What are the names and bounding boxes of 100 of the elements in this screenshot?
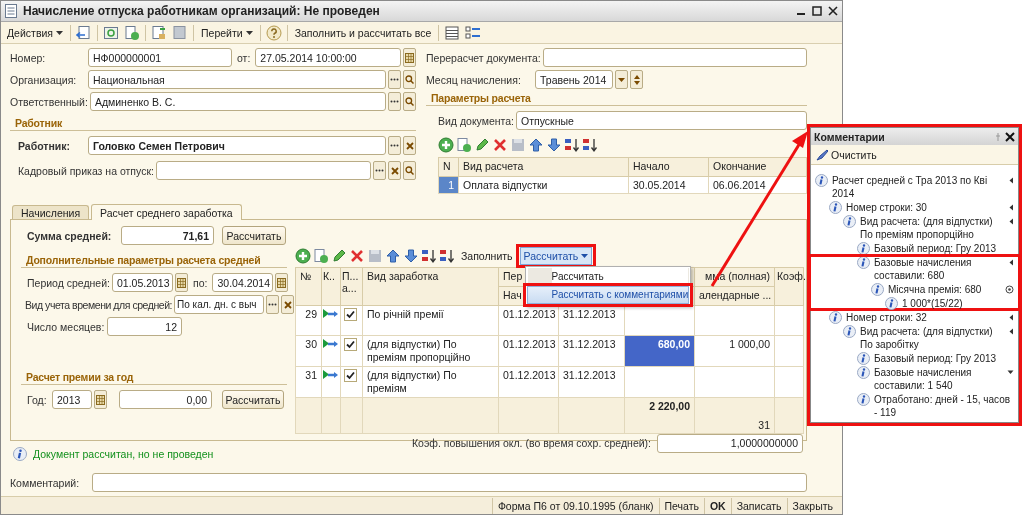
copy-icon[interactable] — [456, 136, 472, 153]
document-add-icon[interactable] — [124, 24, 140, 41]
footer-button[interactable]: OK — [703, 497, 731, 514]
clear-button[interactable] — [281, 295, 295, 314]
number-field[interactable]: НФ000000001 — [88, 48, 232, 67]
calendar-button[interactable] — [94, 390, 107, 409]
up-arrow-icon[interactable] — [528, 136, 544, 153]
info-icon — [885, 297, 898, 310]
period-to-field[interactable]: 30.04.2014 — [212, 273, 274, 292]
responsible-field[interactable]: Админенко В. С. — [89, 92, 386, 111]
calculate-button[interactable]: Рассчитать — [222, 390, 284, 409]
recalc-field[interactable] — [542, 48, 807, 67]
comment-line: Базовый период: Гру 2013 — [874, 352, 998, 365]
fill-button[interactable]: Заполнить — [459, 246, 515, 265]
table-cell: (для відпустки) По преміям — [362, 366, 499, 398]
calendar-icon — [277, 277, 287, 288]
copy-icon[interactable] — [313, 247, 329, 264]
comment-line: Вид расчета: (для відпустки) По заробітку — [860, 325, 994, 351]
caret-icon — [245, 30, 253, 35]
clear-button[interactable] — [403, 136, 416, 155]
caret-icon — [581, 253, 589, 258]
tab[interactable]: Начисления — [12, 205, 90, 219]
worker-field[interactable]: Головко Семен Петрович — [88, 136, 386, 155]
time-accounting-field[interactable]: По кал. дн. с выч — [174, 295, 265, 314]
organization-field[interactable]: Национальная — [88, 70, 386, 89]
average-sum-field[interactable]: 71,61 — [121, 226, 214, 245]
more-icon — [375, 169, 384, 172]
document-type-field[interactable]: Отпускные — [516, 111, 807, 130]
table-cell[interactable] — [624, 305, 695, 336]
search-button[interactable] — [403, 92, 416, 111]
up-arrow-icon[interactable] — [385, 247, 401, 264]
month-field[interactable]: Травень 2014 — [535, 70, 613, 89]
checkbox[interactable] — [344, 369, 357, 382]
add-icon[interactable] — [295, 247, 311, 264]
calendar-button[interactable] — [275, 273, 289, 292]
down-arrow-icon[interactable] — [403, 247, 419, 264]
clear-icon — [390, 166, 399, 175]
table-cell: По річній премії — [362, 305, 499, 336]
comment-label: Комментарий: — [10, 476, 81, 489]
order-field[interactable] — [155, 161, 371, 180]
pencil-icon[interactable] — [474, 136, 490, 153]
footer-button[interactable]: Печать — [658, 497, 704, 514]
table-cell: 01.12.2013 — [498, 305, 559, 336]
sort-descending-icon[interactable] — [439, 247, 455, 264]
close-icon[interactable] — [828, 6, 838, 16]
document-icon[interactable] — [172, 24, 188, 41]
maximize-icon[interactable] — [812, 6, 822, 16]
checkbox[interactable] — [344, 308, 357, 321]
footer-button[interactable]: Закрыть — [786, 497, 838, 514]
search-button[interactable] — [403, 70, 416, 89]
section-title: Расчет премии за год — [21, 371, 287, 385]
expand-circle-icon[interactable] — [1005, 283, 1014, 296]
window-title: Начисление отпуска работникам организаций: Не проведен — [23, 4, 380, 18]
calculate-button[interactable]: Рассчитать — [222, 226, 286, 245]
status-message: Документ рассчитан, но не проведен — [33, 448, 214, 460]
clear-button[interactable] — [388, 161, 401, 180]
list-icon[interactable] — [444, 24, 461, 41]
go-to-menu[interactable]: Перейти — [199, 23, 255, 42]
table-cell[interactable]: 680,00 — [624, 335, 695, 367]
table-cell: 06.06.2014 — [708, 176, 807, 194]
months-field[interactable]: 12 — [107, 317, 182, 336]
down-arrow-icon[interactable] — [546, 136, 562, 153]
comment-field[interactable] — [92, 473, 807, 492]
footer-button[interactable]: Записать — [730, 497, 787, 514]
panel-title: Комментарии — [814, 130, 886, 143]
comment-line: Вид расчета: (для відпустки) По преміям пропорційно — [860, 215, 994, 241]
more-icon — [268, 303, 278, 306]
calendar-icon — [96, 394, 105, 405]
table-cell: 29 — [295, 305, 322, 336]
checklist-icon[interactable] — [465, 24, 482, 41]
column-header: Начало — [628, 157, 709, 177]
calendar-button[interactable] — [403, 48, 416, 67]
section-title: Работник — [10, 117, 416, 131]
delete-icon[interactable] — [492, 136, 508, 153]
sort-ascending-icon[interactable] — [421, 247, 437, 264]
pencil-icon[interactable] — [331, 247, 347, 264]
checkbox[interactable] — [344, 338, 357, 351]
tab[interactable]: Расчет среднего заработка — [91, 204, 242, 220]
spin-button[interactable] — [630, 70, 643, 89]
dropdown-button[interactable] — [615, 70, 628, 89]
date-label: от: — [237, 51, 251, 64]
search-button[interactable] — [403, 161, 416, 180]
add-icon[interactable] — [438, 136, 454, 153]
calendar-button[interactable] — [175, 273, 188, 292]
info-icon — [13, 447, 27, 461]
footer-button[interactable]: Форма П6 от 09.10.1995 (бланк) — [491, 497, 659, 514]
period-from-field[interactable]: 01.05.2013 — [112, 273, 173, 292]
sort-ascending-icon[interactable] — [564, 136, 580, 153]
close-icon[interactable] — [1005, 131, 1015, 142]
sort-descending-icon[interactable] — [582, 136, 598, 153]
info-icon — [843, 215, 856, 228]
actions-menu[interactable]: Действия — [5, 23, 65, 42]
table-cell[interactable] — [624, 366, 695, 398]
delete-icon[interactable] — [349, 247, 365, 264]
comment-line: Базовые начисления составили: 1 540 — [874, 366, 973, 392]
year-field[interactable]: 2013 — [52, 390, 92, 409]
fill-and-calculate-button[interactable]: Заполнить и рассчитать все — [292, 23, 434, 42]
date-field[interactable]: 27.05.2014 10:00:00 — [255, 48, 401, 67]
help-icon[interactable] — [265, 24, 282, 41]
bonus-amount-field[interactable]: 0,00 — [119, 390, 212, 409]
